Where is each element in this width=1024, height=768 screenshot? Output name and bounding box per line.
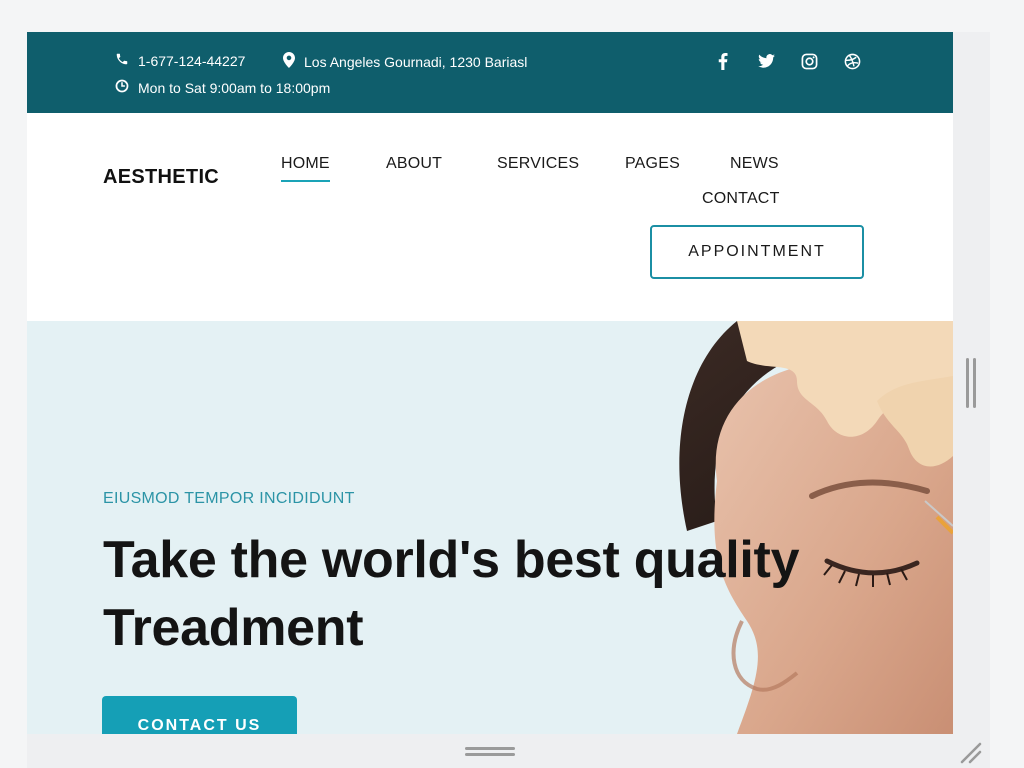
contact-us-button[interactable]: CONTACT US	[102, 696, 297, 734]
social-links	[713, 51, 862, 71]
headline-line-1: Take the world's best quality	[103, 531, 800, 589]
facebook-icon[interactable]	[713, 51, 733, 71]
headline-line-2: Treadment	[103, 599, 364, 657]
site-header: AESTHETIC HOME ABOUT SERVICES PAGES NEWS…	[27, 113, 953, 321]
instagram-icon[interactable]	[799, 51, 819, 71]
opening-hours: Mon to Sat 9:00am to 18:00pm	[115, 79, 330, 96]
hero-headline: Take the world's best quality Treadment	[103, 526, 863, 662]
phone-contact[interactable]: 1-677-124-44227	[115, 52, 245, 69]
top-info-bar: 1-677-124-44227 Los Angeles Gournadi, 12…	[27, 32, 953, 113]
hero-section: EIUSMOD TEMPOR INCIDIDUNT Take the world…	[27, 321, 953, 734]
location-contact: Los Angeles Gournadi, 1230 Bariasl	[283, 52, 527, 71]
location-text: Los Angeles Gournadi, 1230 Bariasl	[304, 53, 528, 70]
hours-text: Mon to Sat 9:00am to 18:00pm	[138, 79, 331, 96]
hero-eyebrow: EIUSMOD TEMPOR INCIDIDUNT	[103, 490, 355, 507]
appointment-button[interactable]: APPOINTMENT	[650, 225, 864, 279]
nav-item-about[interactable]: ABOUT	[386, 155, 442, 173]
resize-corner-icon[interactable]	[958, 740, 984, 766]
site-logo[interactable]: AESTHETIC	[103, 166, 219, 189]
nav-item-contact[interactable]: CONTACT	[702, 190, 780, 208]
map-pin-icon	[283, 52, 295, 71]
nav-item-home[interactable]: HOME	[281, 155, 330, 182]
nav-item-news[interactable]: NEWS	[730, 155, 779, 173]
phone-number: 1-677-124-44227	[138, 52, 246, 69]
dribbble-icon[interactable]	[842, 51, 862, 71]
vertical-resize-grip[interactable]	[966, 358, 977, 408]
nav-item-pages[interactable]: PAGES	[625, 155, 680, 173]
clock-icon	[115, 79, 129, 96]
twitter-icon[interactable]	[756, 51, 776, 71]
phone-icon	[115, 52, 129, 69]
browser-viewport: 1-677-124-44227 Los Angeles Gournadi, 12…	[27, 32, 953, 734]
nav-item-services[interactable]: SERVICES	[497, 155, 579, 173]
horizontal-resize-grip[interactable]	[465, 747, 515, 759]
